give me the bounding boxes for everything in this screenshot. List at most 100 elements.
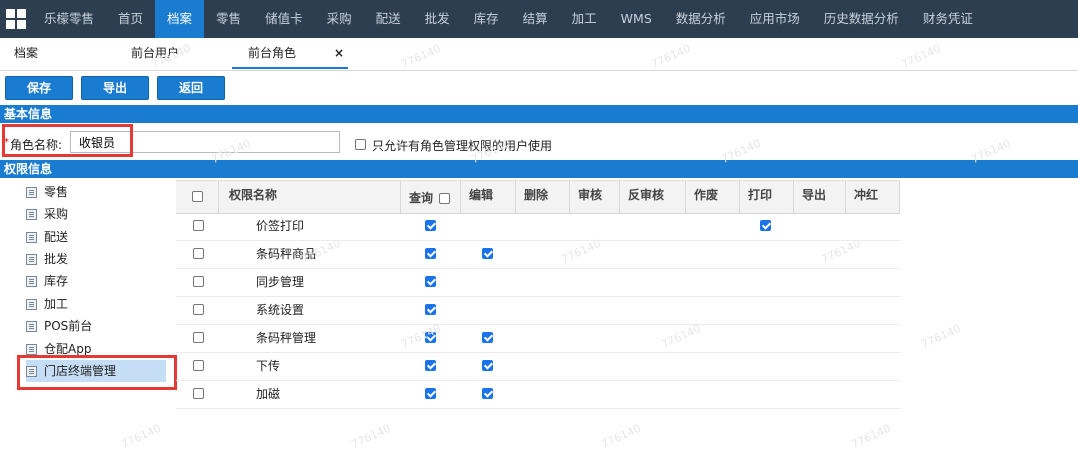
app-grid-icon[interactable] — [0, 0, 32, 38]
col-print: 打印 — [740, 181, 794, 213]
tree-item-label: POS前台 — [44, 319, 93, 333]
query-permission-checkbox[interactable] — [425, 220, 436, 231]
tree-item-inventory[interactable]: 库存 — [26, 270, 68, 292]
edit-permission-checkbox[interactable] — [482, 360, 493, 371]
query-permission-checkbox[interactable] — [425, 248, 436, 259]
tree-item-label: 仓配App — [44, 342, 92, 356]
watermark-text: 776140 — [849, 421, 893, 452]
query-permission-checkbox[interactable] — [425, 360, 436, 371]
row-select-checkbox[interactable] — [193, 276, 204, 287]
tree-item-warehouse-app[interactable]: 仓配App — [26, 338, 91, 360]
table-row: 条码秤管理 — [176, 324, 900, 353]
nav-purchase[interactable]: 采购 — [315, 0, 364, 38]
col-audit: 审核 — [570, 181, 620, 213]
nav-home[interactable]: 首页 — [106, 0, 155, 38]
tab-archive[interactable]: 档案 — [14, 38, 38, 69]
col-delete: 删除 — [516, 181, 570, 213]
nav-distribution[interactable]: 配送 — [364, 0, 413, 38]
nav-settlement[interactable]: 结算 — [511, 0, 560, 38]
col-export: 导出 — [794, 181, 846, 213]
document-icon — [26, 253, 37, 265]
print-permission-checkbox[interactable] — [760, 220, 771, 231]
permission-name: 条码秤商品 — [256, 247, 317, 261]
tree-item-label: 库存 — [44, 274, 69, 288]
tab-front-roles[interactable]: 前台角色 — [232, 38, 348, 69]
select-all-checkbox[interactable] — [192, 191, 203, 202]
nav-wms[interactable]: WMS — [609, 0, 664, 38]
nav-processing[interactable]: 加工 — [560, 0, 609, 38]
tree-item-label: 门店终端管理 — [44, 364, 117, 378]
row-select-checkbox[interactable] — [193, 304, 204, 315]
edit-permission-checkbox[interactable] — [482, 248, 493, 259]
tree-item-retail[interactable]: 零售 — [26, 181, 68, 203]
document-icon — [26, 208, 37, 220]
row-select-checkbox[interactable] — [193, 360, 204, 371]
tree-item-processing[interactable]: 加工 — [26, 293, 68, 315]
nav-stored-value-card[interactable]: 储值卡 — [253, 0, 315, 38]
table-row: 加磁 — [176, 380, 900, 409]
tree-item-label: 采购 — [44, 207, 69, 221]
tree-item-pos-front[interactable]: POS前台 — [26, 315, 92, 337]
permission-name: 加磁 — [256, 387, 281, 401]
export-button[interactable]: 导出 — [81, 76, 149, 100]
nav-history-analysis[interactable]: 历史数据分析 — [812, 0, 911, 38]
col-unaudit: 反审核 — [620, 181, 686, 213]
role-name-input[interactable] — [70, 131, 340, 153]
role-manager-only-label: 只允许有角色管理权限的用户使用 — [372, 139, 553, 153]
query-permission-checkbox[interactable] — [425, 388, 436, 399]
query-permission-checkbox[interactable] — [425, 276, 436, 287]
tree-item-label: 批发 — [44, 252, 69, 266]
permission-name: 下传 — [256, 359, 281, 373]
watermark-text: 776140 — [119, 421, 163, 452]
back-button[interactable]: 返回 — [157, 76, 225, 100]
query-permission-checkbox[interactable] — [425, 332, 436, 343]
role-name-label: 角色名称: — [10, 138, 63, 152]
col-reverse: 冲红 — [846, 181, 900, 213]
tree-item-store-terminal[interactable]: 门店终端管理 — [26, 360, 166, 382]
document-icon — [26, 275, 37, 287]
nav-finance-voucher[interactable]: 财务凭证 — [911, 0, 985, 38]
nav-app-market[interactable]: 应用市场 — [738, 0, 812, 38]
tree-item-distribution[interactable]: 配送 — [26, 226, 68, 248]
nav-archive[interactable]: 档案 — [155, 0, 205, 38]
top-nav: 乐檬零售 首页 档案 零售 储值卡 采购 配送 批发 库存 结算 加工 WMS … — [0, 0, 1078, 38]
col-edit: 编辑 — [461, 181, 516, 213]
col-void: 作废 — [686, 181, 740, 213]
tree-item-purchase[interactable]: 采购 — [26, 203, 68, 225]
tab-front-users[interactable]: 前台用户 — [131, 38, 179, 69]
edit-permission-checkbox[interactable] — [482, 388, 493, 399]
table-row: 价签打印 — [176, 212, 900, 241]
save-button[interactable]: 保存 — [5, 76, 73, 100]
row-select-checkbox[interactable] — [193, 388, 204, 399]
role-manager-only-checkbox[interactable] — [355, 139, 366, 150]
nav-wholesale[interactable]: 批发 — [413, 0, 462, 38]
table-row: 条码秤商品 — [176, 240, 900, 269]
nav-data-analysis[interactable]: 数据分析 — [664, 0, 738, 38]
tree-item-label: 配送 — [44, 230, 69, 244]
row-select-checkbox[interactable] — [193, 332, 204, 343]
document-icon — [26, 343, 37, 355]
table-row: 同步管理 — [176, 268, 900, 297]
watermark-text: 776140 — [599, 421, 643, 452]
nav-retail[interactable]: 零售 — [204, 0, 253, 38]
permission-name: 条码秤管理 — [256, 331, 317, 345]
row-select-checkbox[interactable] — [193, 220, 204, 231]
permission-name: 价签打印 — [256, 219, 305, 233]
tree-item-label: 零售 — [44, 185, 69, 199]
required-mark: * — [4, 137, 9, 148]
permission-info-header: 权限信息 — [0, 160, 1078, 178]
edit-permission-checkbox[interactable] — [482, 332, 493, 343]
query-permission-checkbox[interactable] — [425, 304, 436, 315]
tree-item-wholesale[interactable]: 批发 — [26, 248, 68, 270]
permission-name: 同步管理 — [256, 275, 305, 289]
nav-brand[interactable]: 乐檬零售 — [32, 0, 106, 38]
col-query-label: 查询 — [409, 191, 434, 205]
row-select-checkbox[interactable] — [193, 248, 204, 259]
watermark-text: 776140 — [349, 421, 393, 452]
nav-inventory[interactable]: 库存 — [462, 0, 511, 38]
table-row: 下传 — [176, 352, 900, 381]
col-permission-name: 权限名称 — [219, 181, 401, 213]
tab-close-icon[interactable]: × — [334, 46, 344, 60]
query-all-checkbox[interactable] — [439, 193, 451, 204]
tab-front-roles-label: 前台角色 — [248, 46, 297, 60]
